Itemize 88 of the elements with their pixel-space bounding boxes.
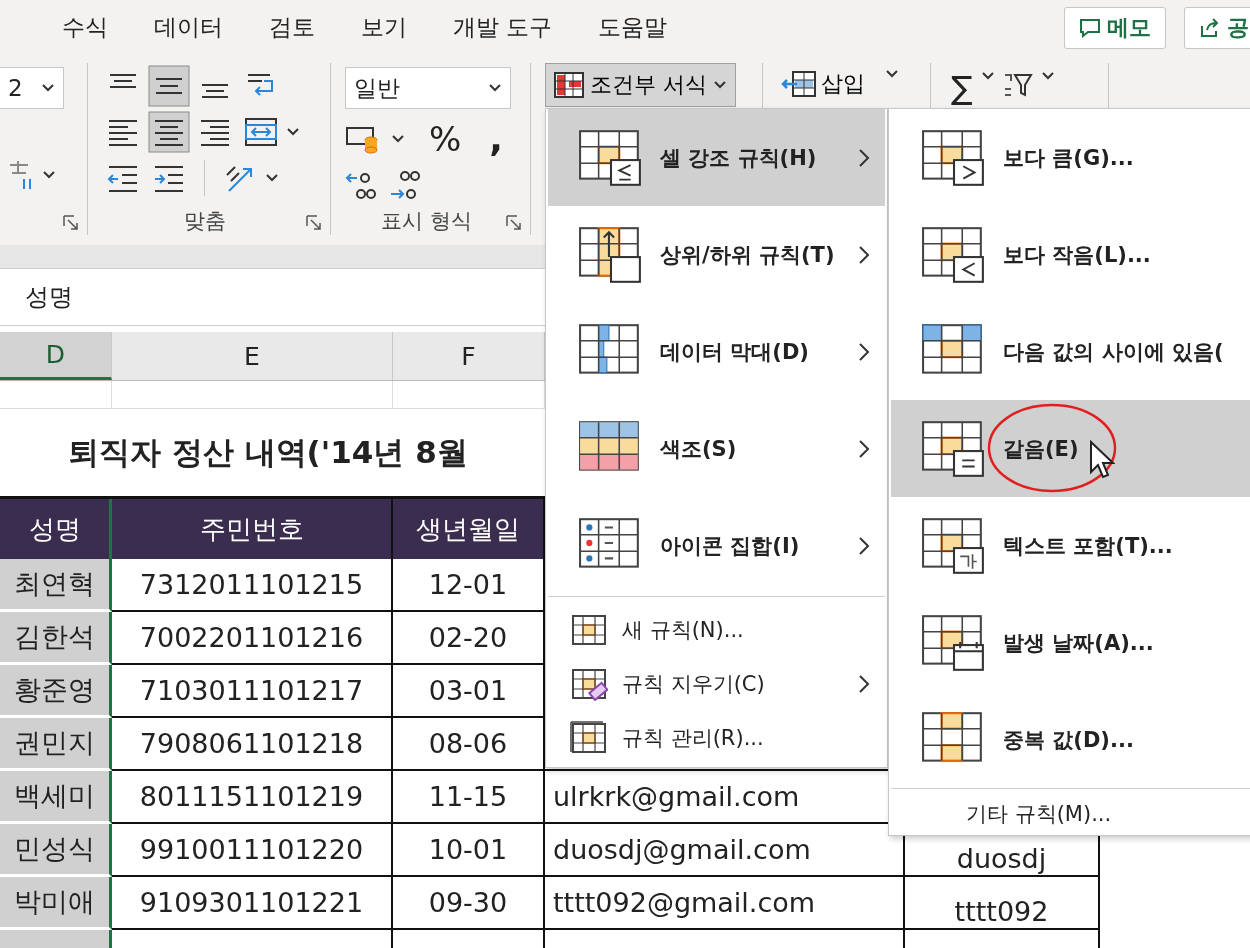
grid-arrow-icon — [578, 225, 644, 284]
ribbon-tab[interactable]: 수식 — [62, 12, 108, 43]
grid-less-equal-icon — [578, 128, 644, 187]
caret-icon — [488, 83, 502, 93]
menu-item[interactable]: 보다 작음(L)... — [891, 206, 1250, 303]
comma-style-button[interactable]: , — [489, 117, 503, 161]
menu-item[interactable]: 데이터 막대(D) — [548, 303, 885, 400]
table-cell: 9109301101221 — [112, 877, 393, 930]
group-label: 맞춤 — [184, 208, 226, 235]
ribbon-tab[interactable]: 보기 — [361, 12, 407, 43]
grid-equal-icon — [921, 419, 987, 478]
table-cell: 09-30 — [393, 877, 545, 930]
table-header-cell: 생년월일 — [393, 499, 545, 559]
caret-icon[interactable] — [391, 133, 405, 144]
percent-style-button[interactable]: % — [429, 118, 462, 159]
dialog-launcher-icon[interactable] — [506, 215, 522, 231]
formula-bar-value[interactable]: 성명 — [25, 281, 73, 313]
caret-icon[interactable] — [286, 127, 300, 137]
table-cell: tttt092@gmail.com — [545, 877, 905, 930]
menu-item[interactable]: 보다 큼(G)... — [891, 109, 1250, 206]
table-cell: 11-15 — [393, 771, 545, 824]
align-middle-icon[interactable] — [148, 65, 190, 107]
table-header-cell: 주민번호 — [112, 499, 393, 559]
table-cell: 10-01 — [393, 824, 545, 877]
menu-item[interactable]: 규칙 지우기(C) — [548, 657, 885, 711]
menu-item[interactable]: 발생 날짜(A)... — [891, 594, 1250, 691]
table-header-cell: 성명 — [0, 499, 112, 559]
table-cell: tttt092 — [905, 877, 1100, 930]
dialog-launcher-icon[interactable] — [63, 215, 79, 231]
menu-item[interactable]: 같음(E) — [891, 400, 1250, 497]
ribbon-tab[interactable]: 검토 — [269, 12, 315, 43]
comment-icon — [1079, 17, 1101, 38]
ribbon-tab[interactable]: 개발 도구 — [453, 12, 553, 43]
menu-item[interactable]: 셀 강조 규칙(H) — [548, 109, 885, 206]
table-cell: 백세미 — [0, 771, 112, 824]
insert-cells-icon — [781, 70, 817, 98]
number-format-dropdown[interactable]: 일반 — [345, 67, 511, 109]
calendar-grid-icon — [921, 613, 987, 672]
caret-icon[interactable] — [42, 170, 56, 180]
group-label: 표시 형식 — [381, 208, 472, 235]
caret-icon[interactable] — [885, 69, 899, 79]
rules-grid-icon — [570, 721, 608, 755]
table-cell: 8011151101219 — [112, 771, 393, 824]
column-header[interactable]: D — [0, 332, 112, 380]
conditional-format-icon — [554, 72, 584, 98]
menu-item[interactable]: 텍스트 포함(T)... — [891, 497, 1250, 594]
table-cell: 민성식 — [0, 824, 112, 877]
share-button[interactable]: 공 — [1184, 6, 1250, 49]
ribbon-tab[interactable]: 데이터 — [154, 12, 223, 43]
grid-less-icon — [921, 225, 987, 284]
caret-icon[interactable] — [265, 173, 279, 183]
table-cell: 9910011101220 — [112, 824, 393, 877]
table-cell: 최연혁 — [0, 559, 112, 612]
insert-button[interactable]: 삽입 — [781, 69, 865, 99]
ribbon-tab[interactable]: 도움말 — [598, 12, 668, 43]
align-center-icon[interactable] — [148, 111, 190, 153]
autosum-button[interactable]: ∑ — [951, 71, 973, 105]
mouse-pointer-icon — [1089, 440, 1115, 480]
caret-icon — [41, 83, 55, 93]
menu-item[interactable]: 아이콘 집합(I) — [548, 497, 885, 594]
grid-text-icon — [921, 516, 987, 575]
table-cell: 7908061101218 — [112, 718, 393, 771]
dialog-launcher-icon[interactable] — [306, 215, 322, 231]
sheet-title: 퇴직자 정산 내역('14년 8월 — [68, 432, 468, 472]
table-cell: 7103011101217 — [112, 665, 393, 718]
sort-filter-icon[interactable] — [1002, 71, 1033, 99]
column-header[interactable]: E — [112, 332, 393, 380]
share-icon — [1199, 16, 1221, 39]
grid-greater-icon — [921, 128, 987, 187]
eraser-grid-icon — [570, 667, 608, 701]
table-cell: 7002201101216 — [112, 612, 393, 665]
menu-item[interactable]: 상위/하위 규칙(T) — [548, 206, 885, 303]
menu-item[interactable]: 규칙 관리(R)... — [548, 711, 885, 765]
caret-icon — [713, 80, 727, 90]
menu-item[interactable]: 새 규칙(N)... — [548, 603, 885, 657]
conditional-formatting-button[interactable]: 조건부 서식 — [545, 63, 736, 107]
caret-icon[interactable] — [980, 71, 995, 81]
menu-item[interactable]: 다음 값의 사이에 있음( — [891, 303, 1250, 400]
font-size-dropdown[interactable]: 2 — [0, 67, 64, 109]
new-rule-icon — [570, 613, 608, 647]
memo-button[interactable]: 메모 — [1064, 6, 1166, 49]
table-cell: 황준영 — [0, 665, 112, 718]
menu-item[interactable]: 색조(S) — [548, 400, 885, 497]
caret-icon[interactable] — [1040, 71, 1055, 81]
table-cell: 박미애 — [0, 877, 112, 930]
table-cell: 권민지 — [0, 718, 112, 771]
table-cell: 7312011101215 — [112, 559, 393, 612]
table-cell: 김한석 — [0, 612, 112, 665]
